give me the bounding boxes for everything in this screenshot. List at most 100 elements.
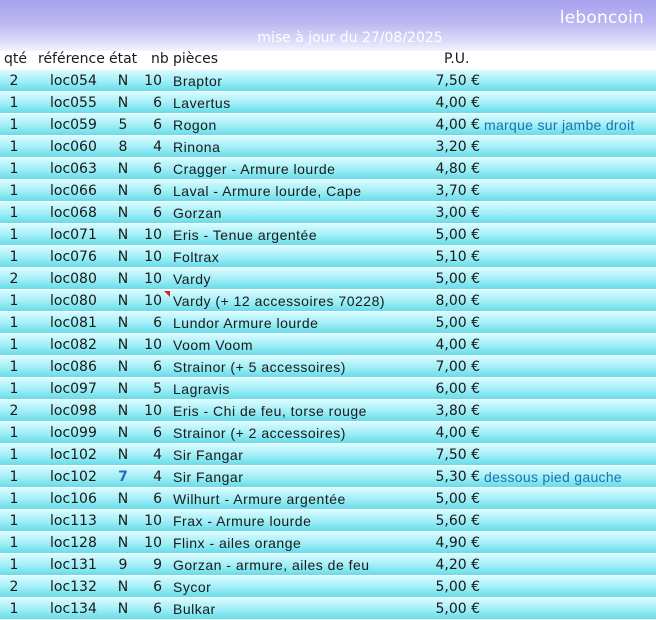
cell-unit-price: 3,00 € (435, 205, 480, 221)
cell-unit-price: 3,70 € (435, 183, 480, 199)
cell-reference: loc102 (50, 447, 97, 463)
cell-qte: 2 (9, 73, 19, 89)
table-row: 1 loc066 N 6 Laval - Armure lourde, Cape 3,70… (0, 180, 656, 202)
cell-piece-name: Lavertus (173, 95, 231, 111)
table-row: 1 loc086 N 6 Strainor (+ 5 accessoires) 7,00 … (0, 356, 656, 378)
cell-reference: loc128 (50, 535, 97, 551)
comment-indicator-icon (164, 291, 170, 297)
cell-unit-price: 4,90 € (435, 535, 480, 551)
header-reference: référence (38, 51, 105, 67)
cell-unit-price: 5,10 € (435, 249, 480, 265)
cell-piece-name: Bulkar (173, 601, 216, 617)
cell-piece-name: Eris - Tenue argentée (173, 227, 318, 243)
cell-nb: 10 (144, 513, 162, 529)
table-row: 2 loc080 N 10 Vardy 5,00 € (0, 268, 656, 290)
update-date: mise à jour du 27/08/2025 (257, 30, 443, 46)
cell-qte: 2 (9, 271, 19, 287)
cell-unit-price: 3,20 € (435, 139, 480, 155)
cell-nb: 4 (153, 139, 162, 155)
cell-nb: 10 (144, 227, 162, 243)
column-headers: qté référence état nb pièces P.U. (0, 51, 656, 70)
cell-nb: 10 (144, 403, 162, 419)
table-row: 2 loc054 N 10 Braptor 7,50 € (0, 70, 656, 92)
table-row: 1 loc102 N 4 Sir Fangar 7,50 € (0, 444, 656, 466)
cell-nb: 6 (153, 425, 162, 441)
cell-qte: 1 (9, 161, 19, 177)
cell-qte: 1 (9, 315, 19, 331)
cell-piece-name: Eris - Chi de feu, torse rouge (173, 403, 367, 419)
cell-reference: loc086 (50, 359, 97, 375)
table-row: 1 loc059 5 6 Rogon 4,00 € marque sur jambe dro… (0, 114, 656, 136)
header-banner: leboncoin mise à jour du 27/08/2025 (0, 0, 656, 51)
table-row: 1 loc055 N 6 Lavertus 4,00 € (0, 92, 656, 114)
cell-nb: 10 (144, 337, 162, 353)
cell-reference: loc066 (50, 183, 97, 199)
cell-piece-name: Flinx - ailes orange (173, 535, 302, 551)
table-row: 2 loc132 N 6 Sycor 5,00 € (0, 576, 656, 598)
cell-qte: 1 (9, 227, 19, 243)
cell-piece-name: Rinona (173, 139, 221, 155)
cell-piece-name: Cragger - Armure lourde (173, 161, 336, 177)
cell-qte: 1 (9, 205, 19, 221)
cell-note: dessous pied gauche (484, 469, 623, 485)
cell-unit-price: 7,50 € (435, 73, 480, 89)
cell-unit-price: 5,00 € (435, 491, 480, 507)
cell-unit-price: 4,00 € (435, 117, 480, 133)
cell-piece-name: Rogon (173, 117, 217, 133)
cell-piece-name: Lundor Armure lourde (173, 315, 319, 331)
table-row: 1 loc097 N 5 Lagravis 6,00 € (0, 378, 656, 400)
table-row: 1 loc071 N 10 Eris - Tenue argentée 5,00 € (0, 224, 656, 246)
cell-piece-name: Frax - Armure lourde (173, 513, 312, 529)
cell-nb: 10 (144, 249, 162, 265)
cell-piece-name: Sycor (173, 579, 212, 595)
cell-qte: 2 (9, 579, 19, 595)
cell-reference: loc131 (50, 557, 97, 573)
table-row: 1 loc063 N 6 Cragger - Armure lourde 4,80 € (0, 158, 656, 180)
cell-note: marque sur jambe droit (484, 117, 635, 133)
table-row: 1 loc128 N 10 Flinx - ailes orange 4,90 € (0, 532, 656, 554)
cell-unit-price: 8,00 € (435, 293, 480, 309)
cell-piece-name: Strainor (+ 5 accessoires) (173, 359, 346, 375)
cell-reference: loc082 (50, 337, 97, 353)
table-row: 1 loc076 N 10 Foltrax 5,10 € (0, 246, 656, 268)
cell-reference: loc080 (50, 271, 97, 287)
cell-reference: loc097 (50, 381, 97, 397)
cell-piece-name: Gorzan (173, 205, 222, 221)
cell-qte: 1 (9, 359, 19, 375)
table-row: 1 loc081 N 6 Lundor Armure lourde 5,00 € (0, 312, 656, 334)
cell-qte: 2 (9, 403, 19, 419)
cell-qte: 1 (9, 139, 19, 155)
cell-qte: 1 (9, 183, 19, 199)
cell-reference: loc054 (50, 73, 97, 89)
cell-qte: 1 (9, 293, 19, 309)
table-row: 1 loc134 N 6 Bulkar 5,00 € (0, 598, 656, 620)
cell-piece-name: Wilhurt - Armure argentée (173, 491, 346, 507)
cell-unit-price: 5,00 € (435, 227, 480, 243)
cell-unit-price: 7,50 € (435, 447, 480, 463)
cell-reference: loc071 (50, 227, 97, 243)
cell-qte: 1 (9, 469, 19, 485)
cell-qte: 1 (9, 601, 19, 617)
cell-piece-name: Lagravis (173, 381, 230, 397)
cell-piece-name: Sir Fangar (173, 469, 244, 485)
cell-piece-name: Laval - Armure lourde, Cape (173, 183, 362, 199)
cell-nb: 10 (144, 271, 162, 287)
cell-unit-price: 4,00 € (435, 337, 480, 353)
cell-piece-name: Voom Voom (173, 337, 253, 353)
table-row: 1 loc060 8 4 Rinona 3,20 € (0, 136, 656, 158)
cell-qte: 1 (9, 447, 19, 463)
cell-nb: 6 (153, 205, 162, 221)
cell-reference: loc081 (50, 315, 97, 331)
cell-nb: 6 (153, 117, 162, 133)
table-row: 1 loc113 N 10 Frax - Armure lourde 5,60 € (0, 510, 656, 532)
cell-unit-price: 5,60 € (435, 513, 480, 529)
cell-reference: loc132 (50, 579, 97, 595)
table-row: 2 loc098 N 10 Eris - Chi de feu, torse rouge… (0, 400, 656, 422)
cell-reference: loc134 (50, 601, 97, 617)
cell-unit-price: 7,00 € (435, 359, 480, 375)
cell-qte: 1 (9, 425, 19, 441)
cell-reference: loc068 (50, 205, 97, 221)
cell-qte: 1 (9, 491, 19, 507)
header-pu: P.U. (444, 51, 470, 67)
cell-nb: 9 (153, 557, 162, 573)
